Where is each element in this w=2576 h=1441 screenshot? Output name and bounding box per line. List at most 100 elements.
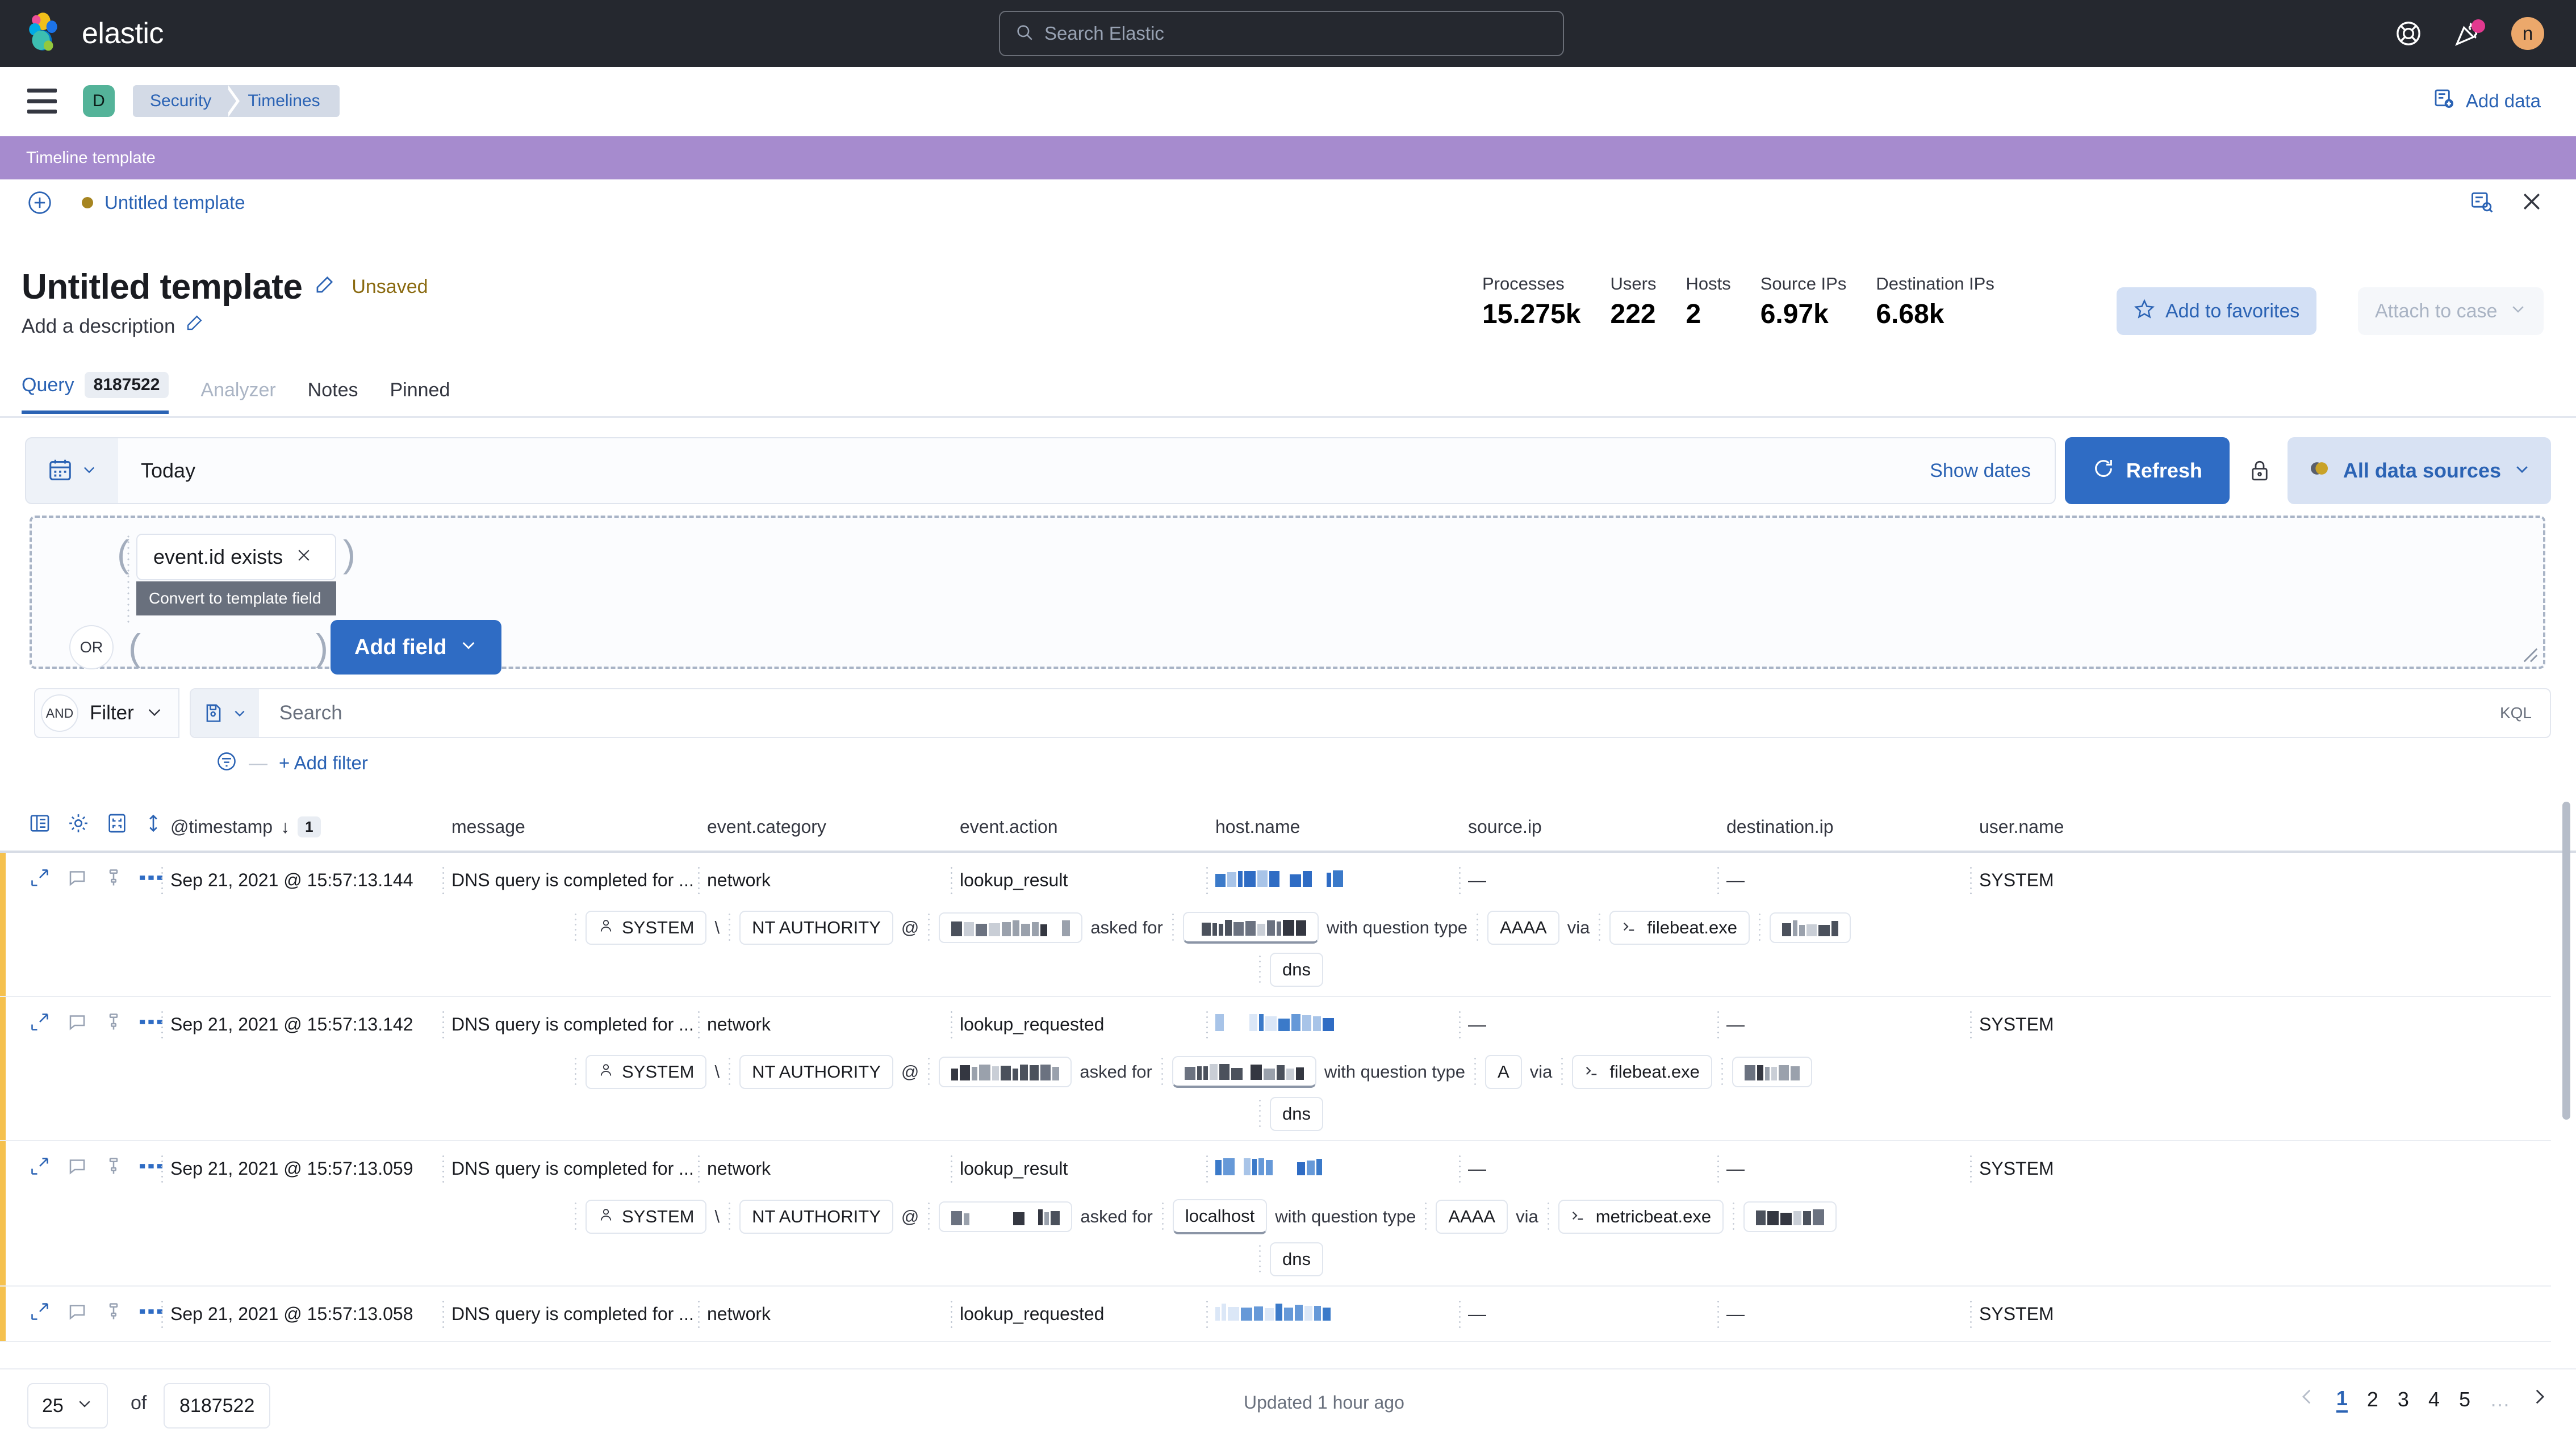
add-filter-button[interactable]: + Add filter [279, 752, 368, 774]
query-language-label[interactable]: KQL [2500, 704, 2550, 722]
expand-event-icon[interactable] [30, 868, 50, 891]
cell-user-name[interactable]: SYSTEM [1979, 870, 2054, 891]
detail-process-chip[interactable]: filebeat.exe [1572, 1055, 1712, 1089]
column-resize-handle[interactable] [160, 1299, 164, 1329]
detail-host-chip[interactable] [939, 1201, 1072, 1232]
column-resize-handle[interactable] [1716, 1299, 1720, 1329]
column-header-event-action[interactable]: event.action [960, 816, 1058, 837]
table-row[interactable]: Sep 21, 2021 @ 15:57:13.059 DNS query is … [0, 1141, 2551, 1287]
cell-host-name[interactable] [1215, 1014, 1341, 1036]
column-resize-handle[interactable] [1205, 1009, 1209, 1039]
column-resize-handle[interactable] [950, 865, 954, 895]
global-search-input[interactable]: Search Elastic [999, 11, 1564, 56]
column-resize-handle[interactable] [1458, 1299, 1462, 1329]
expand-event-icon[interactable] [30, 1301, 50, 1325]
drag-handle[interactable] [126, 534, 131, 625]
column-header-message[interactable]: message [451, 816, 525, 837]
drag-handle[interactable] [1475, 912, 1479, 944]
add-note-icon[interactable] [67, 1156, 87, 1179]
column-resize-handle[interactable] [1205, 1154, 1209, 1183]
cell-timestamp[interactable]: Sep 21, 2021 @ 15:57:13.142 [170, 1014, 413, 1035]
drag-handle[interactable] [927, 912, 931, 944]
more-actions-icon[interactable] [140, 1306, 162, 1320]
timeline-tab-untitled[interactable]: Untitled template [82, 192, 245, 213]
expand-event-icon[interactable] [30, 1012, 50, 1035]
cell-message[interactable]: DNS query is completed for ... [451, 870, 694, 891]
page-4[interactable]: 4 [2428, 1388, 2440, 1411]
column-resize-handle[interactable] [1716, 1154, 1720, 1183]
row-height-icon[interactable] [144, 812, 162, 837]
add-to-favorites-button[interactable]: Add to favorites [2117, 287, 2316, 335]
add-note-icon[interactable] [67, 868, 87, 891]
column-resize-handle[interactable] [1458, 1009, 1462, 1039]
drag-handle[interactable] [1758, 912, 1762, 944]
edit-title-icon[interactable] [313, 275, 334, 299]
data-sources-button[interactable]: All data sources [2288, 437, 2551, 504]
column-resize-handle[interactable] [950, 1009, 954, 1039]
space-badge[interactable]: D [83, 85, 115, 117]
column-resize-handle[interactable] [1205, 1299, 1209, 1329]
table-row[interactable]: Sep 21, 2021 @ 15:57:13.142 DNS query is … [0, 997, 2551, 1141]
cell-source-ip[interactable]: — [1468, 870, 1486, 891]
detail-question-type-chip[interactable]: AAAA [1487, 911, 1559, 945]
previous-page-icon[interactable] [2298, 1385, 2317, 1414]
column-resize-handle[interactable] [1716, 1009, 1720, 1039]
column-resize-handle[interactable] [1969, 1299, 1973, 1329]
cell-event-category[interactable]: network [707, 1304, 771, 1325]
next-page-icon[interactable] [2529, 1385, 2549, 1414]
cell-timestamp[interactable]: Sep 21, 2021 @ 15:57:13.059 [170, 1158, 413, 1179]
detail-question-chip[interactable] [1183, 912, 1319, 944]
cell-destination-ip[interactable]: — [1726, 1014, 1745, 1035]
fullscreen-icon[interactable] [106, 812, 128, 837]
column-header-user-name[interactable]: user.name [1979, 816, 2064, 837]
add-field-button[interactable]: Add field [331, 620, 501, 675]
detail-extra-chip[interactable] [1743, 1201, 1837, 1232]
detail-question-type-chip[interactable]: AAAA [1436, 1200, 1508, 1234]
drag-handle[interactable] [1473, 1056, 1477, 1088]
table-scrollbar[interactable] [2561, 802, 2571, 1358]
detail-domain-chip[interactable]: NT AUTHORITY [739, 1200, 893, 1234]
column-resize-handle[interactable] [1716, 865, 1720, 895]
tab-pinned[interactable]: Pinned [390, 379, 450, 414]
cell-timestamp[interactable]: Sep 21, 2021 @ 15:57:13.058 [170, 1304, 413, 1325]
breadcrumb-item-timelines[interactable]: Timelines [225, 85, 339, 117]
drag-handle[interactable] [927, 1056, 931, 1088]
cell-event-action[interactable]: lookup_result [960, 870, 1068, 891]
column-resize-handle[interactable] [950, 1154, 954, 1183]
detail-process-chip[interactable]: metricbeat.exe [1558, 1200, 1724, 1234]
cell-message[interactable]: DNS query is completed for ... [451, 1014, 694, 1035]
drag-handle[interactable] [927, 1201, 931, 1233]
column-resize-handle[interactable] [1969, 1154, 1973, 1183]
cell-message[interactable]: DNS query is completed for ... [451, 1158, 694, 1179]
drag-handle[interactable] [1560, 1056, 1564, 1088]
resize-handle[interactable] [2523, 647, 2539, 663]
lock-icon[interactable] [2240, 437, 2280, 504]
column-resize-handle[interactable] [1458, 1154, 1462, 1183]
tab-query[interactable]: Query 8187522 [22, 372, 169, 414]
column-resize-handle[interactable] [1458, 865, 1462, 895]
drag-handle[interactable] [1546, 1201, 1550, 1233]
column-resize-handle[interactable] [697, 1154, 701, 1183]
column-resize-handle[interactable] [1969, 865, 1973, 895]
lifebuoy-icon[interactable] [2393, 18, 2424, 49]
filter-and-group[interactable]: AND Filter [34, 688, 179, 738]
more-actions-icon[interactable] [140, 1016, 162, 1031]
cell-message[interactable]: DNS query is completed for ... [451, 1304, 694, 1325]
cell-source-ip[interactable]: — [1468, 1158, 1486, 1179]
cell-host-name[interactable] [1215, 1304, 1331, 1325]
detail-host-chip[interactable] [939, 1057, 1072, 1087]
cell-event-category[interactable]: network [707, 1014, 771, 1035]
column-resize-handle[interactable] [160, 1154, 164, 1183]
add-timeline-icon[interactable] [27, 190, 52, 215]
detail-extra-chip[interactable] [1770, 912, 1851, 943]
detail-question-chip[interactable] [1172, 1056, 1316, 1088]
cell-event-action[interactable]: lookup_result [960, 1158, 1068, 1179]
drag-handle[interactable] [727, 1056, 731, 1088]
drag-handle[interactable] [574, 1056, 578, 1088]
column-header-destination-ip[interactable]: destination.ip [1726, 816, 1834, 837]
add-note-icon[interactable] [67, 1301, 87, 1325]
detail-network-protocol-chip[interactable]: dns [1270, 1097, 1323, 1131]
drag-handle[interactable] [1160, 1056, 1164, 1088]
add-note-icon[interactable] [67, 1012, 87, 1035]
column-resize-handle[interactable] [441, 1154, 445, 1183]
